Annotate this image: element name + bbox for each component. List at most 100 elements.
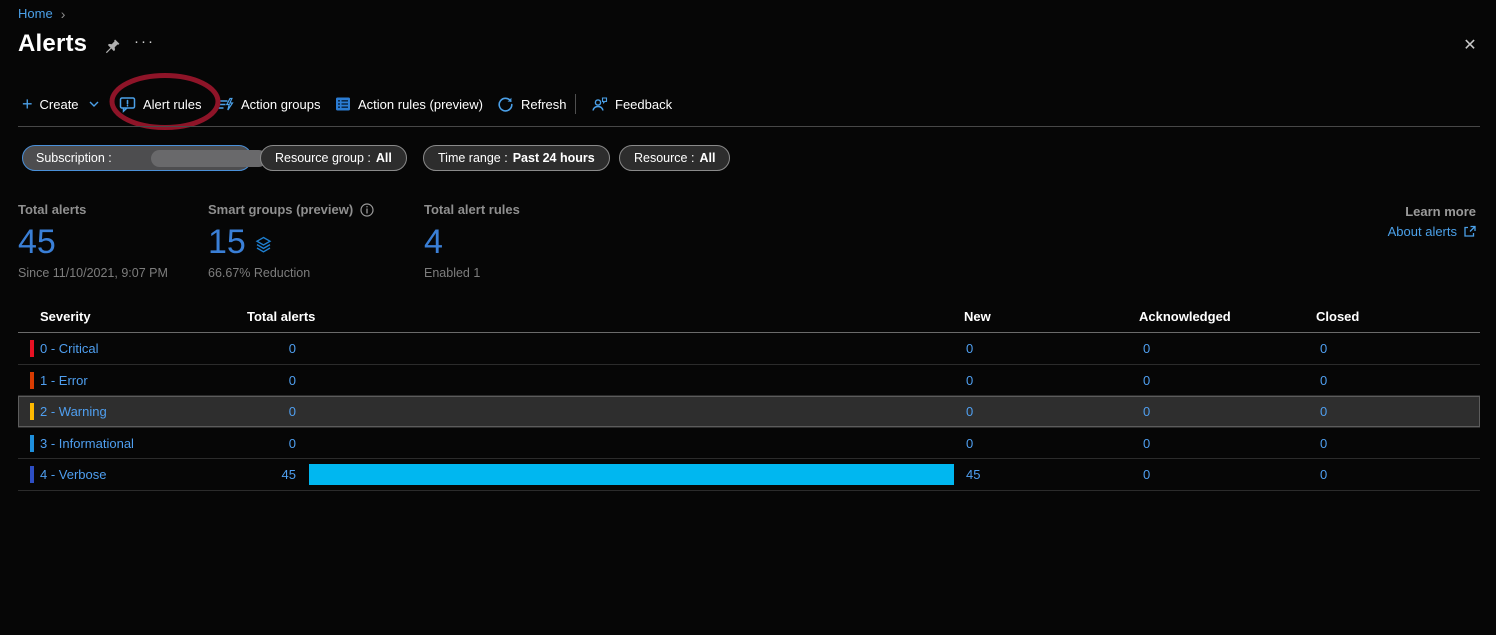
acknowledged-value[interactable]: 0 (1143, 467, 1150, 482)
stat-total-alert-rules: Total alert rules 4 Enabled 1 (424, 202, 520, 280)
severity-color-bar (30, 435, 34, 452)
alert-rules-stat-sub: Enabled 1 (424, 266, 520, 280)
table-row[interactable]: 4 - Verbose 45 45 0 0 (18, 459, 1480, 491)
filter-pill-resource[interactable]: Resource : All (619, 145, 730, 171)
table-row[interactable]: 2 - Warning 0 0 0 0 (18, 396, 1480, 428)
alert-rules-label: Alert rules (143, 97, 202, 112)
severity-link[interactable]: 1 - Error (40, 373, 88, 388)
info-icon[interactable] (360, 203, 374, 217)
total-value[interactable]: 0 (230, 341, 296, 356)
alert-rules-stat-value: 4 (424, 225, 443, 259)
plus-icon: + (22, 95, 33, 113)
alert-rules-stat-label: Total alert rules (424, 202, 520, 217)
total-alerts-histogram-bar (309, 464, 954, 485)
layers-icon (254, 236, 273, 255)
subscription-filter-label: Subscription : (36, 151, 112, 165)
new-value[interactable]: 0 (966, 436, 973, 451)
column-header-total-alerts: Total alerts (247, 309, 315, 324)
total-value[interactable]: 0 (230, 436, 296, 451)
action-rules-label: Action rules (preview) (358, 97, 483, 112)
learn-more-section: Learn more About alerts (1388, 204, 1476, 239)
smart-groups-stat-sub: 66.67% Reduction (208, 266, 374, 280)
pushpin-icon[interactable] (103, 37, 121, 55)
filter-pill-resource-group[interactable]: Resource group : All (260, 145, 407, 171)
alert-rules-icon (119, 96, 136, 113)
severity-link[interactable]: 0 - Critical (40, 341, 99, 356)
smart-groups-stat-label: Smart groups (preview) (208, 202, 353, 217)
alerts-page: Home › Alerts ··· ✕ + Create Alert rules… (0, 0, 1496, 635)
action-groups-icon (217, 96, 234, 113)
new-value[interactable]: 45 (966, 467, 980, 482)
filter-pill-time-range[interactable]: Time range : Past 24 hours (423, 145, 610, 171)
filter-pill-subscription[interactable]: Subscription : (22, 145, 252, 171)
acknowledged-value[interactable]: 0 (1143, 341, 1150, 356)
close-icon[interactable]: ✕ (1458, 34, 1482, 58)
resource-filter-value: All (699, 151, 715, 165)
subscription-filter-value-redacted (151, 150, 267, 167)
severity-color-bar (30, 466, 34, 483)
total-value[interactable]: 0 (230, 373, 296, 388)
refresh-label: Refresh (521, 97, 567, 112)
ellipsis-icon[interactable]: ··· (134, 33, 155, 50)
column-header-acknowledged: Acknowledged (1139, 309, 1231, 324)
closed-value[interactable]: 0 (1320, 436, 1327, 451)
about-alerts-label: About alerts (1388, 224, 1457, 239)
table-row[interactable]: 0 - Critical 0 0 0 0 (18, 333, 1480, 365)
page-title: Alerts (18, 30, 87, 58)
feedback-button[interactable]: Feedback (591, 90, 672, 118)
table-body: 0 - Critical00001 - Error00002 - Warning… (18, 333, 1480, 491)
column-header-new: New (964, 309, 991, 324)
about-alerts-link[interactable]: About alerts (1388, 224, 1476, 239)
total-value[interactable]: 45 (230, 467, 296, 482)
refresh-icon (497, 96, 514, 113)
severity-table: Severity Total alerts New Acknowledged C… (18, 303, 1480, 491)
closed-value[interactable]: 0 (1320, 341, 1327, 356)
resource-group-filter-label: Resource group : (275, 151, 371, 165)
new-value[interactable]: 0 (966, 373, 973, 388)
resource-filter-label: Resource : (634, 151, 694, 165)
severity-color-bar (30, 372, 34, 389)
create-label: Create (40, 97, 79, 112)
time-range-filter-value: Past 24 hours (513, 151, 595, 165)
table-row[interactable]: 3 - Informational 0 0 0 0 (18, 428, 1480, 460)
toolbar-separator-line (18, 126, 1480, 127)
closed-value[interactable]: 0 (1320, 404, 1327, 419)
toolbar-divider (575, 94, 576, 114)
column-header-severity: Severity (40, 309, 91, 324)
refresh-button[interactable]: Refresh (497, 90, 567, 118)
acknowledged-value[interactable]: 0 (1143, 436, 1150, 451)
feedback-label: Feedback (615, 97, 672, 112)
new-value[interactable]: 0 (966, 341, 973, 356)
table-row[interactable]: 1 - Error 0 0 0 0 (18, 365, 1480, 397)
stat-smart-groups: Smart groups (preview) 15 66.67% Reducti… (208, 202, 374, 280)
action-rules-icon (335, 96, 351, 112)
external-link-icon (1463, 225, 1476, 238)
feedback-icon (591, 96, 608, 113)
severity-color-bar (30, 403, 34, 420)
resource-group-filter-value: All (376, 151, 392, 165)
closed-value[interactable]: 0 (1320, 467, 1327, 482)
severity-link[interactable]: 2 - Warning (40, 404, 107, 419)
learn-more-heading: Learn more (1388, 204, 1476, 219)
severity-color-bar (30, 340, 34, 357)
total-value[interactable]: 0 (230, 404, 296, 419)
new-value[interactable]: 0 (966, 404, 973, 419)
breadcrumb: Home › (18, 6, 65, 21)
table-header-row: Severity Total alerts New Acknowledged C… (18, 303, 1480, 333)
create-button[interactable]: + Create (22, 90, 100, 118)
closed-value[interactable]: 0 (1320, 373, 1327, 388)
action-rules-button[interactable]: Action rules (preview) (335, 90, 483, 118)
acknowledged-value[interactable]: 0 (1143, 404, 1150, 419)
severity-link[interactable]: 4 - Verbose (40, 467, 107, 482)
total-alerts-stat-sub: Since 11/10/2021, 9:07 PM (18, 266, 168, 280)
chevron-down-icon (88, 98, 100, 110)
total-alerts-stat-label: Total alerts (18, 202, 168, 217)
total-alerts-stat-value: 45 (18, 225, 56, 259)
breadcrumb-home-link[interactable]: Home (18, 6, 53, 21)
alert-rules-button[interactable]: Alert rules (119, 90, 202, 118)
severity-link[interactable]: 3 - Informational (40, 436, 134, 451)
action-groups-label: Action groups (241, 97, 321, 112)
column-header-closed: Closed (1316, 309, 1359, 324)
action-groups-button[interactable]: Action groups (217, 90, 321, 118)
acknowledged-value[interactable]: 0 (1143, 373, 1150, 388)
